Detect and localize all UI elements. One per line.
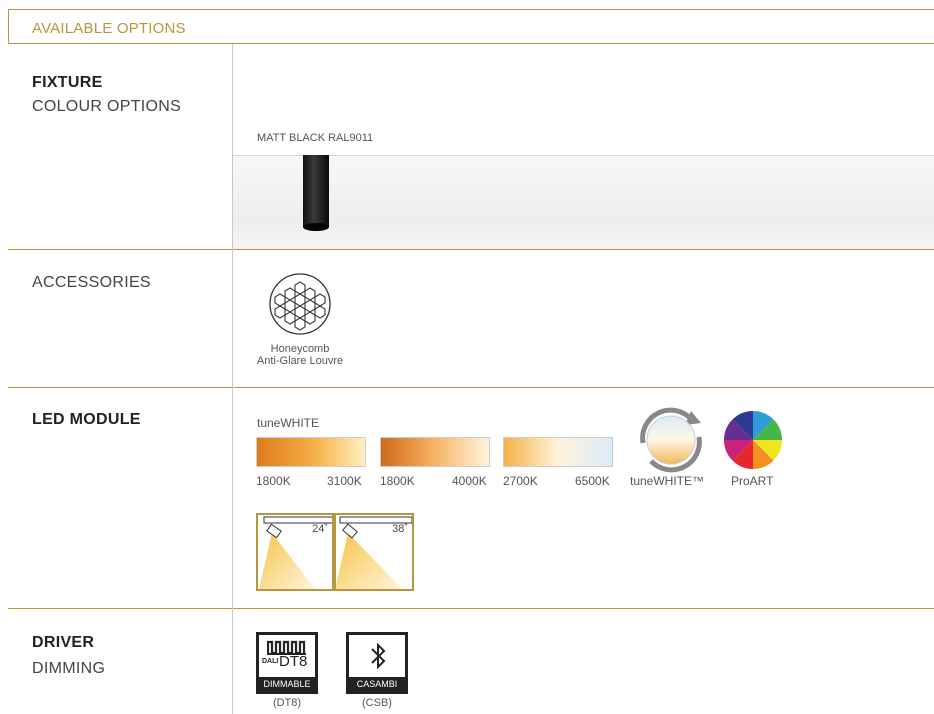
tunewhite-cycle-icon <box>640 407 702 473</box>
fixture-title: FIXTURE <box>32 74 103 91</box>
dali-prefix: DALI <box>262 658 279 665</box>
cct-bar-1800-3100 <box>256 437 366 467</box>
range3-start: 2700K <box>503 474 538 488</box>
tunewhite-icon-label: tuneWHITE™ <box>630 474 705 488</box>
tunewhite-title: tuneWHITE <box>257 416 320 430</box>
proart-color-wheel-icon <box>724 411 782 469</box>
fixture-subtitle: COLOUR OPTIONS <box>32 98 182 115</box>
csb-caption: (CSB) <box>362 697 392 709</box>
range1-start: 1800K <box>256 474 291 488</box>
range2-end: 4000K <box>452 474 487 488</box>
divider <box>8 43 934 44</box>
honeycomb-caption: Honeycomb Anti-Glare Louvre <box>240 343 360 367</box>
proart-label: ProART <box>731 474 774 488</box>
beam-angle-38: 38˚ <box>334 513 414 591</box>
range3-end: 6500K <box>575 474 610 488</box>
range2-start: 1800K <box>380 474 415 488</box>
bluetooth-icon <box>371 642 386 670</box>
range1-end: 3100K <box>327 474 362 488</box>
cct-bar-1800-4000 <box>380 437 490 467</box>
driver-title: DRIVER <box>32 634 95 651</box>
honeycomb-louvre-icon <box>269 273 331 335</box>
cct-bar-2700-6500 <box>503 437 613 467</box>
dt8-text: DT8 <box>279 653 308 670</box>
section-title: AVAILABLE OPTIONS <box>32 20 186 37</box>
colour-option-label: MATT BLACK RAL9011 <box>257 132 374 144</box>
casambi-icon: CASAMBI <box>346 632 408 694</box>
divider <box>8 387 934 388</box>
accessory-label-line1: Honeycomb <box>270 343 330 355</box>
dt8-caption: (DT8) <box>272 697 302 709</box>
accessories-title: ACCESSORIES <box>32 274 151 291</box>
dali-dt8-icon: DALI DT8 DIMMABLE <box>256 632 318 694</box>
casambi-bar: CASAMBI <box>349 677 405 691</box>
accessory-label-line2: Anti-Glare Louvre <box>256 355 344 367</box>
black-fixture-image <box>303 155 329 231</box>
driver-subtitle: DIMMING <box>32 660 106 677</box>
column-divider <box>232 44 233 714</box>
beam-angle-24: 24˚ <box>256 513 334 591</box>
beam-angle-38-label: 38˚ <box>392 523 408 535</box>
divider <box>8 608 934 609</box>
divider <box>8 249 934 250</box>
dimmable-bar: DIMMABLE <box>259 677 315 691</box>
led-title: LED MODULE <box>32 411 141 428</box>
fixture-photo <box>233 155 934 249</box>
beam-angle-24-label: 24˚ <box>312 523 328 535</box>
